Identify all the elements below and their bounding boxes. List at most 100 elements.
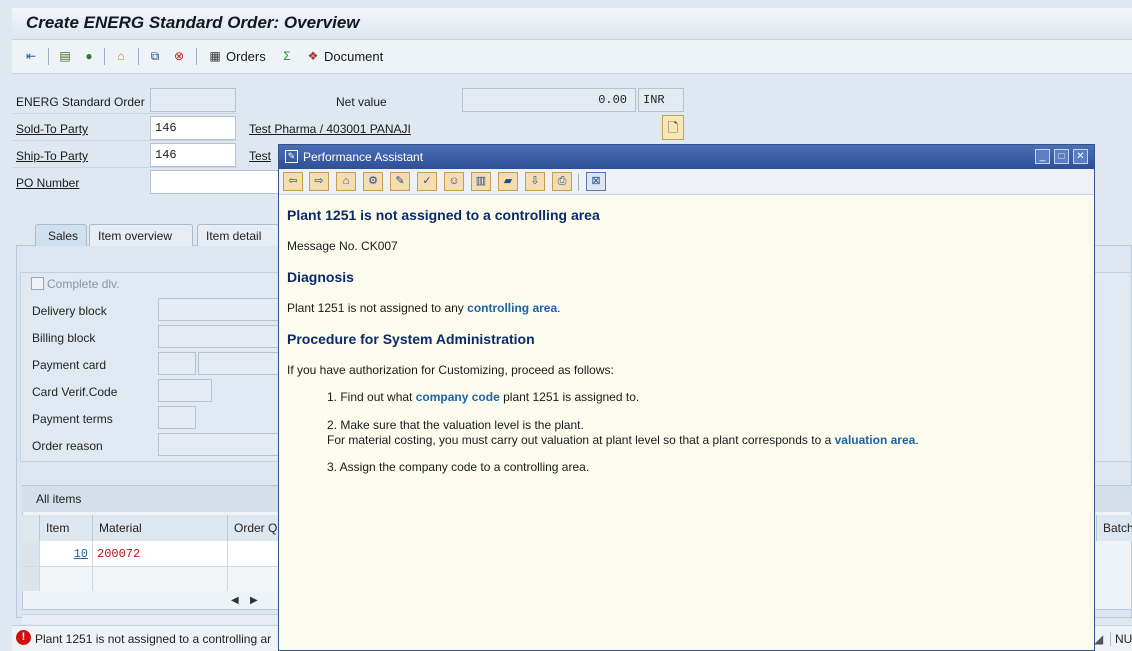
delivery-block-field[interactable] — [158, 298, 280, 321]
diagnosis-text: Plant 1251 is not assigned to any contro… — [287, 301, 561, 315]
select-all-column[interactable] — [22, 515, 40, 541]
error-icon: ! — [16, 630, 31, 645]
step-1: 1. Find out what company code plant 1251… — [327, 390, 640, 404]
procedure-intro: If you have authorization for Customizin… — [287, 363, 614, 377]
dialog-title-bar[interactable]: ✎ Performance Assistant _ □ ✕ — [279, 145, 1094, 169]
scroll-right-icon[interactable]: ▶ — [250, 595, 258, 606]
order-number-field[interactable] — [150, 88, 236, 112]
ship-to-name[interactable]: Test — [249, 149, 271, 163]
sum-icon[interactable]: Σ — [278, 48, 296, 64]
forward-icon[interactable]: ⇨ — [309, 172, 329, 191]
po-number-label[interactable]: PO Number — [16, 176, 79, 190]
tab-item-overview-label: Item overview — [98, 229, 173, 243]
display-header-icon[interactable]: ▤ — [56, 48, 74, 64]
net-value-field: 0.00 — [462, 88, 636, 112]
controlling-area-link[interactable]: controlling area — [467, 301, 557, 315]
ship-to-label[interactable]: Ship-To Party — [16, 149, 88, 163]
glossary-icon[interactable]: ▥ — [471, 172, 491, 191]
sold-to-name[interactable]: Test Pharma / 403001 PANAJI — [249, 122, 411, 136]
tab-item-detail[interactable]: Item detail — [197, 224, 279, 246]
tab-item-detail-label: Item detail — [206, 229, 262, 243]
orders-button[interactable]: Orders — [226, 49, 266, 64]
document-button[interactable]: Document — [324, 49, 383, 64]
cancel-icon[interactable]: ⊗ — [170, 48, 188, 64]
procedure-heading: Procedure for System Administration — [287, 331, 535, 347]
row-selector[interactable] — [22, 541, 40, 567]
copy-icon[interactable]: ⧉ — [146, 48, 164, 64]
sold-to-label[interactable]: Sold-To Party — [16, 122, 88, 136]
download-icon[interactable]: ⇩ — [525, 172, 545, 191]
user-help-icon[interactable]: ☺ — [444, 172, 464, 191]
message-heading: Plant 1251 is not assigned to a controll… — [287, 207, 600, 223]
item-number-cell[interactable]: 10 — [40, 541, 93, 567]
order-qty-cell[interactable] — [228, 541, 280, 567]
status-right-text: NUL — [1110, 632, 1132, 646]
title-bar: Create ENERG Standard Order: Overview — [12, 8, 1132, 40]
page-title: Create ENERG Standard Order: Overview — [26, 13, 360, 32]
close-dialog-icon[interactable]: ⊠ — [586, 172, 606, 191]
step-2-line-1: 2. Make sure that the valuation level is… — [327, 418, 584, 432]
back-icon[interactable]: ⇦ — [283, 172, 303, 191]
delivery-block-label: Delivery block — [32, 304, 107, 318]
document-icon[interactable]: ❖ — [304, 48, 322, 64]
exit-icon[interactable]: ⇤ — [22, 48, 40, 64]
library-icon[interactable]: ⌂ — [336, 172, 356, 191]
card-verif-field[interactable] — [158, 379, 212, 402]
maximize-icon[interactable]: □ — [1054, 149, 1069, 164]
payment-card-label: Payment card — [32, 358, 107, 372]
material-cell[interactable]: 200072 — [93, 541, 228, 567]
step-3: 3. Assign the company code to a controll… — [327, 460, 590, 474]
status-arrow-icon[interactable]: ◢ — [1094, 632, 1103, 646]
partner-icon[interactable]: ● — [80, 48, 98, 64]
payment-card-number-field[interactable] — [198, 352, 280, 375]
status-message[interactable]: Plant 1251 is not assigned to a controll… — [35, 632, 271, 646]
order-reason-field[interactable] — [158, 433, 280, 456]
sold-to-field[interactable]: 146 — [150, 116, 236, 140]
notes-icon[interactable]: ▰ — [498, 172, 518, 191]
step-2-line-2: For material costing, you must carry out… — [327, 433, 919, 447]
home-icon[interactable]: ⌂ — [112, 48, 130, 64]
po-number-field[interactable] — [150, 170, 280, 194]
order-reason-label: Order reason — [32, 439, 103, 453]
message-number: Message No. CK007 — [287, 239, 398, 253]
print-icon[interactable]: ⎙ — [552, 172, 572, 191]
scroll-left-icon[interactable]: ◀ — [231, 595, 239, 606]
document-info-icon[interactable]: 🗋 — [662, 115, 684, 140]
diagnosis-heading: Diagnosis — [287, 269, 354, 285]
payment-terms-field[interactable] — [158, 406, 196, 429]
help-window-icon: ✎ — [285, 150, 298, 163]
orders-icon[interactable]: ▦ — [206, 48, 224, 64]
complete-dlv-checkbox[interactable] — [31, 277, 44, 290]
tab-sales[interactable]: Sales — [35, 224, 87, 246]
application-toolbar: ⇤ ▤ ● ⌂ ⧉ ⊗ ▦ Orders Σ ❖ Document — [12, 40, 1132, 74]
empty-cell[interactable] — [40, 567, 93, 591]
performance-assistant-dialog: ✎ Performance Assistant _ □ ✕ ⇦ ⇨ ⌂ ⚙ ✎ … — [278, 144, 1095, 651]
empty-cell[interactable] — [228, 567, 280, 591]
horizontal-scrollbar[interactable] — [22, 614, 280, 624]
complete-dlv-label: Complete dlv. — [47, 277, 120, 291]
close-icon[interactable]: ✕ — [1073, 149, 1088, 164]
customizing-icon[interactable]: ✓ — [417, 172, 437, 191]
dialog-toolbar: ⇦ ⇨ ⌂ ⚙ ✎ ✓ ☺ ▥ ▰ ⇩ ⎙ ⊠ — [279, 169, 1094, 195]
order-label: ENERG Standard Order — [16, 95, 145, 109]
ship-to-field[interactable]: 146 — [150, 143, 236, 167]
payment-card-type-field[interactable] — [158, 352, 196, 375]
column-header-material[interactable]: Material — [93, 515, 228, 541]
row-selector-empty[interactable] — [22, 567, 40, 591]
company-code-link[interactable]: company code — [416, 390, 500, 404]
tab-item-overview[interactable]: Item overview — [89, 224, 193, 246]
valuation-area-link[interactable]: valuation area — [835, 433, 916, 447]
edit-icon[interactable]: ✎ — [390, 172, 410, 191]
column-header-batch[interactable]: Batch — [1096, 515, 1132, 541]
billing-block-label: Billing block — [32, 331, 96, 345]
column-header-order-qty[interactable]: Order Qu — [228, 515, 280, 541]
column-header-item[interactable]: Item — [40, 515, 93, 541]
minimize-icon[interactable]: _ — [1035, 149, 1050, 164]
tab-sales-label: Sales — [48, 229, 79, 243]
payment-terms-label: Payment terms — [32, 412, 113, 426]
currency-field: INR — [638, 88, 684, 112]
empty-cell[interactable] — [93, 567, 228, 591]
billing-block-field[interactable] — [158, 325, 280, 348]
card-verif-label: Card Verif.Code — [32, 385, 118, 399]
technical-info-icon[interactable]: ⚙ — [363, 172, 383, 191]
